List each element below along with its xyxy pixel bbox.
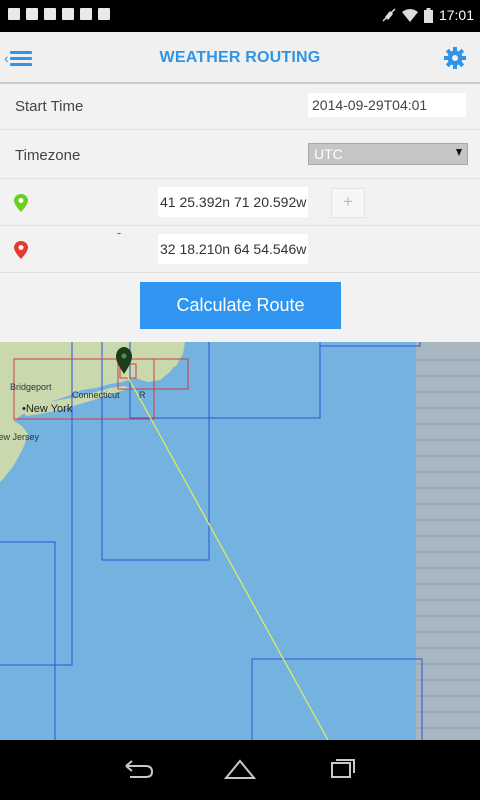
- routing-form: Start Time Timezone UTC 41 25.392n 71 20…: [0, 84, 480, 342]
- map-label-new-jersey: New Jersey: [0, 432, 40, 442]
- add-waypoint-button[interactable]: +: [331, 188, 365, 218]
- home-icon: [223, 759, 257, 779]
- map-label-abbr: R: [139, 390, 146, 400]
- red-map-pin-icon: [14, 241, 28, 259]
- remove-waypoint-button[interactable]: -: [112, 226, 126, 240]
- map-label-bridgeport: Bridgeport: [10, 382, 52, 392]
- barcode-icon: [80, 8, 92, 20]
- dropdown-arrow-icon: [456, 149, 462, 156]
- map-label-new-york: •New York: [22, 403, 73, 415]
- timezone-value: UTC: [314, 146, 343, 162]
- settings-button[interactable]: [444, 47, 466, 69]
- route-line: [123, 369, 329, 740]
- green-map-pin-icon: [14, 194, 28, 212]
- action-bar: ‹ WEATHER ROUTING: [0, 32, 480, 84]
- cloud-upload-icon: [44, 8, 56, 20]
- gear-icon: [444, 47, 466, 69]
- timezone-row: Timezone UTC: [0, 130, 480, 179]
- page-title: WEATHER ROUTING: [159, 49, 321, 66]
- mute-icon: [382, 8, 396, 22]
- notification-icons: [8, 8, 110, 20]
- map-label-state: Connecticut: [72, 390, 120, 400]
- waypoint-row-start: 41 25.392n 71 20.592w +: [0, 179, 480, 226]
- waypoint-row-end: - 32 18.210n 64 54.546w: [0, 226, 480, 273]
- wifi-icon: [401, 8, 418, 22]
- briefcase-icon: [98, 8, 110, 20]
- barcode-icon: [26, 8, 38, 20]
- home-button[interactable]: [220, 754, 260, 784]
- timezone-select[interactable]: UTC: [308, 143, 468, 165]
- waypoint-coords-input[interactable]: 32 18.210n 64 54.546w: [158, 234, 309, 264]
- clock: 17:01: [438, 7, 474, 23]
- gallery-icon: [8, 8, 20, 20]
- mail-icon: [62, 8, 74, 20]
- start-time-input[interactable]: [308, 93, 466, 117]
- map-canvas: [0, 342, 480, 740]
- navigation-bar: [0, 740, 480, 800]
- recents-button[interactable]: [322, 754, 362, 784]
- start-time-row: Start Time: [0, 84, 480, 130]
- battery-icon: [423, 7, 433, 23]
- start-time-label: Start Time: [15, 98, 84, 115]
- back-button[interactable]: [118, 754, 158, 784]
- recents-icon: [331, 759, 355, 778]
- route-map[interactable]: Connecticut R Bridgeport •New York New J…: [0, 342, 480, 740]
- land-new-jersey: [0, 414, 28, 482]
- back-icon: [125, 760, 154, 778]
- waypoint-coords-input[interactable]: 41 25.392n 71 20.592w: [158, 187, 309, 217]
- timezone-label: Timezone: [15, 147, 81, 164]
- system-status: 17:01: [382, 7, 474, 23]
- calculate-route-button[interactable]: Calculate Route: [140, 282, 341, 329]
- status-bar: 17:01: [0, 0, 480, 32]
